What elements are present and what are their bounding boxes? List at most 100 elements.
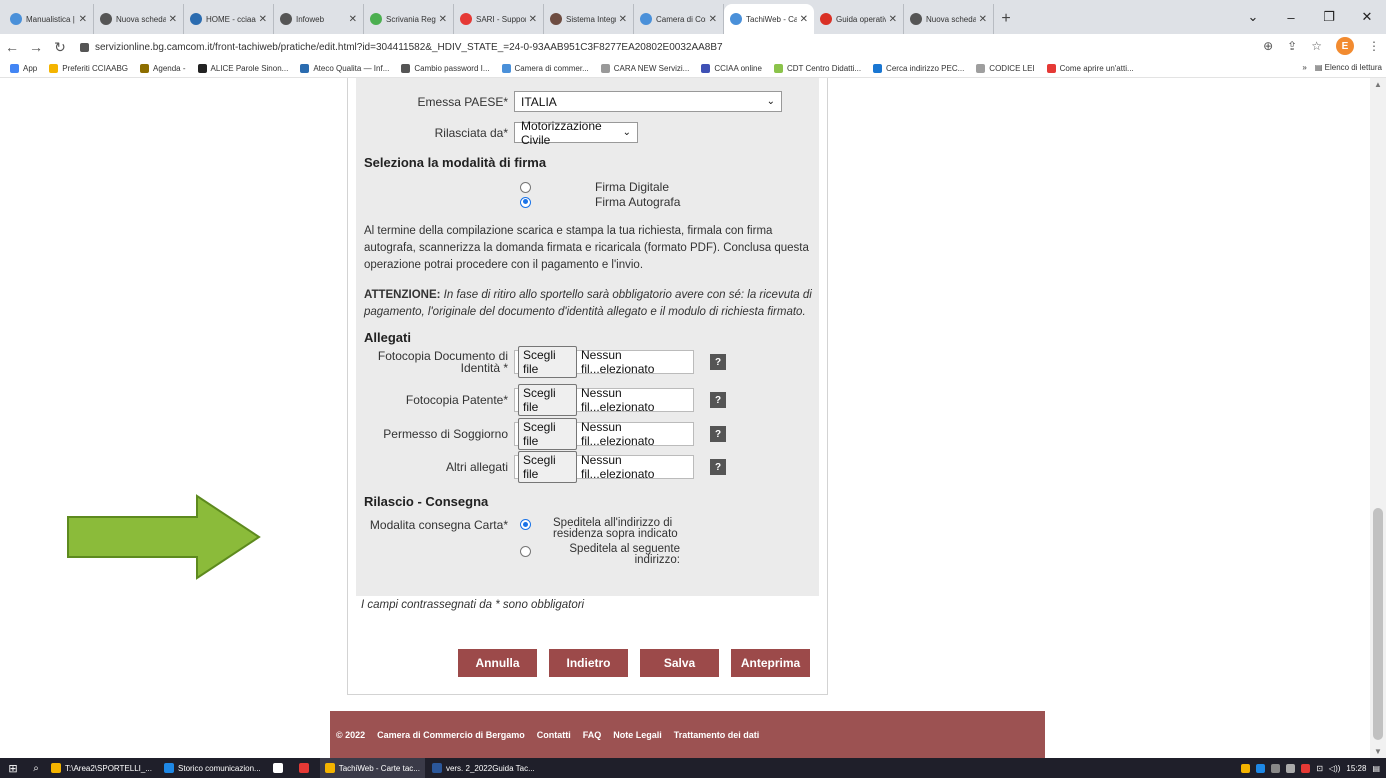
bookmark-item[interactable]: CCIAA online (701, 64, 762, 73)
choose-file-button[interactable]: Scegli file (518, 418, 577, 450)
help-button[interactable]: ? (710, 459, 726, 475)
windows-start-icon[interactable]: ⊞ (0, 762, 26, 775)
notification-icon[interactable]: ▤ (1372, 764, 1380, 773)
tab-close-icon[interactable]: ✕ (169, 14, 177, 25)
reading-list-link[interactable]: ▤ Elenco di lettura (1315, 63, 1382, 72)
file-input[interactable]: Scegli file Nessun fil...elezionato (514, 384, 694, 416)
tab-close-icon[interactable]: ✕ (529, 14, 537, 25)
bookmark-item[interactable]: CARA NEW Servizi... (600, 64, 689, 73)
help-button[interactable]: ? (710, 354, 726, 370)
taskbar-app[interactable]: T:\Area2\SPORTELLI_... (46, 758, 157, 778)
indietro-button[interactable]: Indietro (549, 649, 628, 677)
taskbar-app[interactable]: Storico comunicazion... (159, 758, 266, 778)
page-scrollbar[interactable]: ▲ ▼ (1370, 78, 1386, 758)
tab-close-icon[interactable]: ✕ (439, 14, 447, 25)
browser-tab[interactable]: TachiWeb - Cart✕ (724, 4, 814, 34)
footer-link[interactable]: Trattamento dei dati (674, 730, 760, 740)
browser-tab[interactable]: Nuova scheda ✕ (904, 4, 994, 34)
bookmark-item[interactable]: CODICE LEI (976, 64, 1035, 73)
browser-tab[interactable]: SARI - Supporto✕ (454, 4, 544, 34)
anteprima-button[interactable]: Anteprima (731, 649, 810, 677)
tab-close-icon[interactable]: ✕ (979, 14, 987, 25)
footer-link[interactable]: FAQ (583, 730, 602, 740)
browser-tab[interactable]: Sistema Integra✕ (544, 4, 634, 34)
new-tab-button[interactable]: + (994, 4, 1018, 34)
browser-tab[interactable]: Camera di Com✕ (634, 4, 724, 34)
taskbar-search-icon[interactable]: ⌕ (26, 763, 46, 774)
minimize-button[interactable]: – (1272, 0, 1310, 34)
zoom-icon[interactable]: ⊕ (1263, 39, 1273, 53)
allegati-section-title: Allegati (364, 330, 411, 345)
scroll-down-icon[interactable]: ▼ (1374, 747, 1382, 756)
bookmark-item[interactable]: Agenda - (140, 64, 186, 73)
bookmark-item[interactable]: ALICE Parole Sinon... (197, 64, 288, 73)
choose-file-button[interactable]: Scegli file (518, 451, 577, 483)
bookmark-item[interactable]: CDT Centro Didatti... (773, 64, 861, 73)
browser-tab[interactable]: Infoweb ✕ (274, 4, 364, 34)
help-button[interactable]: ? (710, 392, 726, 408)
tab-close-icon[interactable]: ✕ (889, 14, 897, 25)
annulla-button[interactable]: Annulla (458, 649, 537, 677)
taskbar-app[interactable] (268, 758, 292, 778)
profile-avatar[interactable]: E (1336, 37, 1354, 55)
tray-app-icon[interactable] (1286, 763, 1296, 773)
tab-search-icon[interactable]: ⌄ (1234, 0, 1272, 34)
firma-digitale-radio[interactable] (520, 181, 531, 193)
browser-tab[interactable]: Guida operativa✕ (814, 4, 904, 34)
footer-link[interactable]: Contatti (537, 730, 571, 740)
restore-button[interactable]: ❐ (1310, 0, 1348, 34)
salva-button[interactable]: Salva (640, 649, 719, 677)
firma-autografa-radio[interactable] (520, 196, 531, 208)
tab-close-icon[interactable]: ✕ (800, 14, 808, 25)
footer-link[interactable]: Camera di Commercio di Bergamo (377, 730, 525, 740)
tray-app-icon[interactable] (1241, 763, 1251, 773)
share-icon[interactable]: ⇪ (1287, 39, 1297, 53)
consegna-residenza-radio[interactable] (520, 519, 531, 530)
tray-app-icon[interactable] (1256, 763, 1266, 773)
url-field[interactable]: servizionline.bg.camcom.it/front-tachiwe… (80, 42, 723, 53)
browser-tab[interactable]: HOME - cciaa - ✕ (184, 4, 274, 34)
bookmark-item[interactable]: App (10, 64, 37, 73)
taskbar-app[interactable]: TachiWeb - Carte tac... (319, 758, 425, 778)
reload-button[interactable]: ↻ (48, 39, 72, 56)
volume-icon[interactable]: ◁)) (1329, 764, 1340, 773)
consegna-altro-indirizzo-radio[interactable] (520, 546, 531, 557)
file-input[interactable]: Scegli file Nessun fil...elezionato (514, 346, 694, 378)
back-button[interactable]: ← (0, 39, 24, 55)
bookmark-item[interactable]: Come aprire un'atti... (1046, 64, 1134, 73)
rilasciata-da-select[interactable]: Motorizzazione Civile ⌄ (514, 119, 638, 147)
bookmark-item[interactable]: Cambio password I... (401, 64, 490, 73)
choose-file-button[interactable]: Scegli file (518, 346, 577, 378)
tab-close-icon[interactable]: ✕ (709, 14, 717, 25)
bookmark-item[interactable]: Preferiti CCIAABG (49, 64, 128, 73)
bookmarks-more-icon[interactable]: » (1302, 63, 1306, 72)
browser-tab[interactable]: Nuova scheda ✕ (94, 4, 184, 34)
file-input[interactable]: Scegli file Nessun fil...elezionato (514, 418, 694, 450)
footer-link[interactable]: Note Legali (613, 730, 662, 740)
menu-icon[interactable]: ⋮ (1368, 39, 1380, 53)
bookmark-item[interactable]: Camera di commer... (501, 64, 589, 73)
bookmark-star-icon[interactable]: ☆ (1311, 39, 1322, 53)
close-window-button[interactable]: ✕ (1348, 0, 1386, 34)
taskbar-app[interactable]: vers. 2_2022Guida Tac... (427, 758, 540, 778)
taskbar-app[interactable] (294, 758, 318, 778)
tray-app-icon[interactable] (1271, 763, 1281, 773)
tab-close-icon[interactable]: ✕ (259, 14, 267, 25)
tab-close-icon[interactable]: ✕ (349, 14, 357, 25)
bookmark-item[interactable]: Ateco Qualita — Inf... (300, 64, 389, 73)
browser-tab[interactable]: Manualistica | C✕ (4, 4, 94, 34)
scroll-up-icon[interactable]: ▲ (1374, 80, 1382, 89)
forward-button[interactable]: → (24, 39, 48, 55)
tab-close-icon[interactable]: ✕ (619, 14, 627, 25)
tray-security-icon[interactable] (1301, 763, 1311, 773)
browser-tab[interactable]: Scrivania Regist✕ (364, 4, 454, 34)
bookmark-item[interactable]: Cerca indirizzo PEC... (873, 64, 964, 73)
help-button[interactable]: ? (710, 426, 726, 442)
network-icon[interactable]: ⊡ (1316, 764, 1323, 773)
emessa-paese-select[interactable]: ITALIA ⌄ (514, 91, 782, 112)
choose-file-button[interactable]: Scegli file (518, 384, 577, 416)
file-input[interactable]: Scegli file Nessun fil...elezionato (514, 451, 694, 483)
taskbar-clock[interactable]: 15:28 (1346, 764, 1366, 773)
tab-close-icon[interactable]: ✕ (79, 14, 87, 25)
scroll-thumb[interactable] (1373, 508, 1383, 740)
